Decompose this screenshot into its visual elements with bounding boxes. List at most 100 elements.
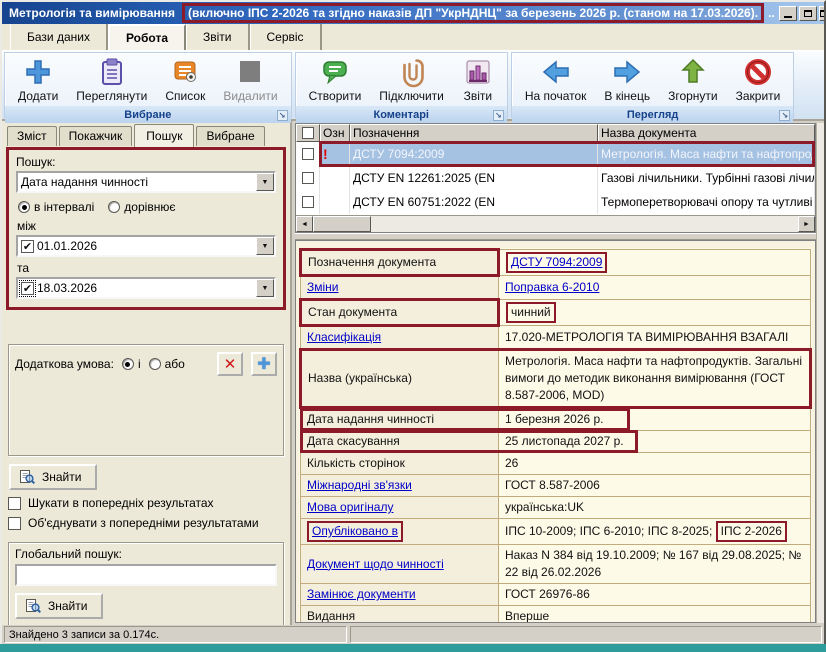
radio-icon	[122, 358, 134, 370]
tab-search[interactable]: Пошук	[134, 124, 194, 147]
delete-button[interactable]: Видалити	[214, 55, 286, 104]
chevron-down-icon[interactable]: ▼	[256, 237, 274, 255]
splitter[interactable]	[295, 233, 816, 240]
menu-tab-work[interactable]: Робота	[108, 24, 186, 50]
effective-date-value: 1 березня 2026 р.	[499, 408, 811, 431]
header-designation[interactable]: Позначення	[350, 124, 598, 142]
classification-value: 17.020-МЕТРОЛОГІЯ ТА ВИМІРЮВАННЯ ВЗАГАЛІ	[499, 326, 811, 350]
dialog-launcher-icon[interactable]: ↘	[277, 110, 288, 121]
radio-equals[interactable]: дорівнює	[108, 200, 175, 214]
radio-or[interactable]: або	[149, 357, 185, 371]
row-checkbox[interactable]	[302, 196, 314, 208]
menu-tab-reports[interactable]: Звіти	[186, 24, 250, 50]
international-links-link[interactable]: Міжнародні зв'язки	[307, 478, 412, 492]
detail-label: Позначення документа	[301, 250, 499, 276]
close-button[interactable]	[819, 6, 824, 21]
detail-label: Видання	[301, 606, 499, 624]
minimize-button[interactable]	[779, 6, 797, 21]
checkbox-search-previous[interactable]: Шукати в попередніх результатах	[8, 496, 284, 510]
collapse-button[interactable]: Згорнути	[659, 55, 727, 104]
find-button[interactable]: Знайти	[9, 464, 97, 490]
radio-and[interactable]: і	[122, 357, 141, 371]
changes-link[interactable]: Зміни	[307, 280, 339, 294]
go-first-button[interactable]: На початок	[516, 55, 596, 104]
window-buttons	[779, 6, 824, 21]
horizontal-scrollbar[interactable]: ◄ ►	[296, 215, 815, 232]
date-to-combobox[interactable]: ✔ 18.03.2026 ▼	[16, 277, 276, 299]
language-value: українська:UK	[499, 497, 811, 519]
search-field-combobox[interactable]: Дата надання чинності ▼	[16, 171, 276, 193]
designation-link[interactable]: ДСТУ 7094:2009	[511, 255, 602, 269]
vertical-scrollbar[interactable]	[816, 123, 824, 623]
radio-in-interval[interactable]: в інтервалі	[18, 200, 94, 214]
remove-condition-button[interactable]: ✕	[217, 352, 243, 376]
row-checkbox[interactable]	[302, 148, 314, 160]
sidebar: Зміст Покажчик Пошук Вибране Пошук: Дата…	[2, 121, 292, 625]
published-in-link[interactable]: Опубліковано в	[312, 524, 398, 538]
radio-icon	[18, 201, 30, 213]
row-checkbox[interactable]	[302, 172, 314, 184]
go-last-button[interactable]: В кінець	[595, 55, 659, 104]
attach-button[interactable]: Підключити	[370, 55, 453, 104]
date-from-combobox[interactable]: ✔ 01.01.2026 ▼	[16, 235, 276, 257]
search-document-icon	[19, 469, 35, 485]
add-button[interactable]: Додати	[9, 55, 67, 104]
notepad-icon	[96, 56, 128, 88]
scroll-right-icon[interactable]: ►	[798, 216, 815, 232]
maximize-button[interactable]	[799, 6, 817, 21]
detail-row-edition: Видання Вперше	[301, 606, 811, 624]
table-row-3[interactable]: ДСТУ EN 60751:2022 (EN Термоперетворювач…	[296, 190, 815, 214]
global-search-input[interactable]	[15, 564, 277, 586]
classification-link[interactable]: Класифікація	[307, 330, 381, 344]
toolbar: Додати Переглянути Список	[2, 51, 824, 121]
tab-index[interactable]: Покажчик	[59, 126, 133, 146]
table-row-2[interactable]: ДСТУ EN 12261:2025 (EN Газові лічильники…	[296, 166, 815, 190]
date-to-checkbox[interactable]: ✔	[21, 282, 34, 295]
list-icon	[169, 56, 201, 88]
create-comment-button[interactable]: Створити	[300, 55, 371, 104]
detail-row-changes: Зміни Поправка 6-2010	[301, 276, 811, 300]
chevron-down-icon[interactable]: ▼	[256, 173, 274, 191]
detail-row-validity-doc: Документ щодо чинності Наказ N 384 від 1…	[301, 545, 811, 584]
view-button[interactable]: Переглянути	[67, 55, 156, 104]
dialog-launcher-icon[interactable]: ↘	[493, 110, 504, 121]
scroll-left-icon[interactable]: ◄	[296, 216, 313, 232]
detail-row-status: Стан документа чинний	[301, 300, 811, 326]
search-document-icon	[25, 598, 41, 614]
language-link[interactable]: Мова оригіналу	[307, 500, 393, 514]
detail-row-title-ua: Назва (українська) Метрологія. Маса нафт…	[301, 350, 811, 408]
menu-tab-service[interactable]: Сервіс	[250, 24, 322, 50]
comment-icon	[319, 56, 351, 88]
add-condition-button[interactable]: ✚	[251, 352, 277, 376]
checkbox-icon	[8, 497, 21, 510]
international-value: ГОСТ 8.587-2006	[499, 475, 811, 497]
replaces-link[interactable]: Замінює документи	[307, 587, 416, 601]
view-button-label: Переглянути	[76, 89, 147, 103]
radio-icon	[108, 201, 120, 213]
close-view-button[interactable]: Закрити	[727, 55, 790, 104]
checkbox-merge-previous[interactable]: Об'єднувати з попередніми результатами	[8, 516, 284, 530]
add-button-label: Додати	[18, 89, 58, 103]
toolbar-group-favorites: Додати Переглянути Список	[4, 52, 292, 118]
menu-tab-databases[interactable]: Бази даних	[10, 24, 108, 50]
select-all-checkbox[interactable]	[302, 127, 314, 139]
detail-row-published: Опубліковано в ІПС 10-2009; ІПС 6-2010; …	[301, 519, 811, 545]
tab-favorites[interactable]: Вибране	[196, 126, 264, 146]
comment-reports-button[interactable]: Звіти	[453, 55, 503, 104]
table-row-1[interactable]: ! ДСТУ 7094:2009 Метрологія. Маса нафти …	[296, 142, 815, 166]
tab-contents[interactable]: Зміст	[7, 126, 57, 146]
chevron-down-icon[interactable]: ▼	[256, 279, 274, 297]
close-view-label: Закрити	[736, 89, 781, 103]
window-title-annotated: (включно ІПС 2-2026 та згідно наказів ДП…	[182, 3, 764, 23]
detail-row-pages: Кількість сторінок 26	[301, 453, 811, 475]
date-from-checkbox[interactable]: ✔	[21, 240, 34, 253]
amendment-link[interactable]: Поправка 6-2010	[505, 280, 599, 294]
list-button[interactable]: Список	[156, 55, 214, 104]
header-name[interactable]: Назва документа	[598, 124, 815, 142]
dialog-launcher-icon[interactable]: ↘	[779, 110, 790, 121]
scrollbar-thumb[interactable]	[313, 216, 371, 232]
global-find-button[interactable]: Знайти	[15, 593, 103, 619]
header-mark[interactable]: Озн	[320, 124, 350, 142]
validity-doc-link[interactable]: Документ щодо чинності	[307, 557, 444, 571]
checkbox-icon	[8, 517, 21, 530]
